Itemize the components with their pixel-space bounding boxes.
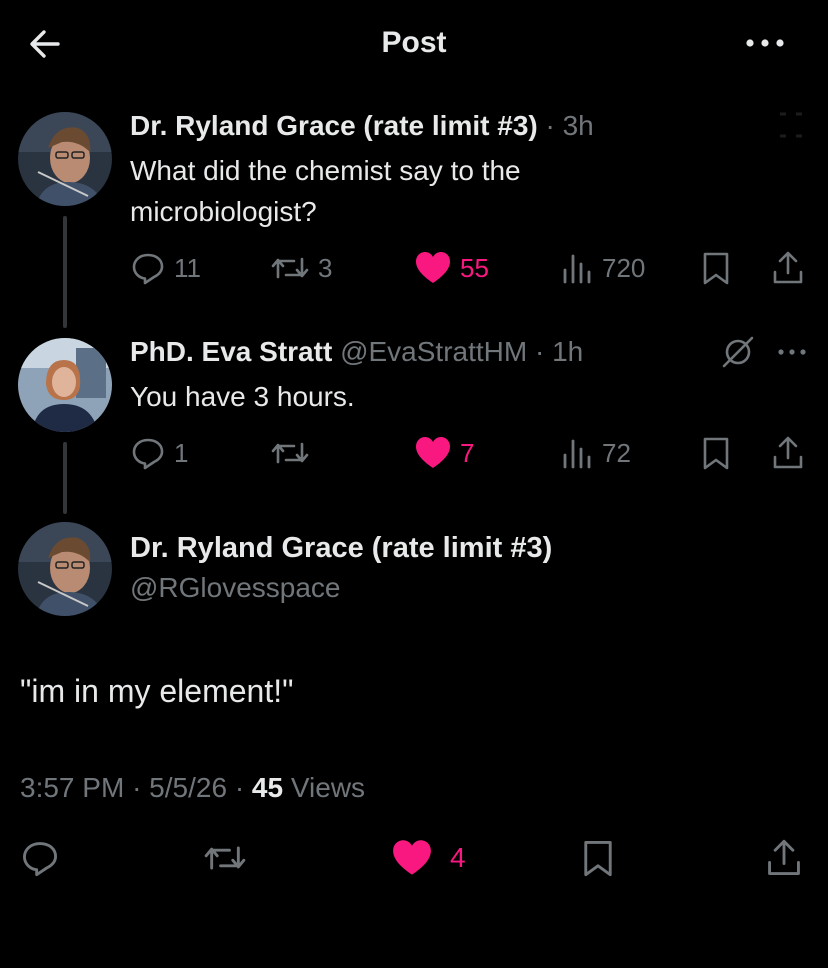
more-horizontal-icon (746, 39, 784, 47)
share-button[interactable] (770, 250, 806, 286)
bookmark-button[interactable] (580, 838, 616, 878)
meta-separator: · (234, 772, 245, 803)
views-button[interactable]: 72 (560, 435, 631, 471)
author-handle[interactable]: @EvaStrattHM (340, 336, 527, 367)
author-name[interactable]: Dr. Ryland Grace (rate limit #3) (130, 532, 552, 565)
post-time: 3:57 PM (20, 772, 125, 803)
bookmark-icon (703, 437, 729, 470)
like-count: 7 (460, 437, 475, 468)
views-count: 72 (602, 437, 631, 468)
more-options-button[interactable] (774, 338, 810, 366)
bookmark-icon (584, 841, 612, 877)
analytics-icon (563, 439, 591, 469)
repost-button[interactable] (202, 838, 248, 878)
more-horizontal-icon (778, 349, 806, 355)
views-button[interactable]: 720 (560, 250, 645, 286)
post-date: 5/5/26 (149, 772, 228, 803)
author-name[interactable]: PhD. Eva Stratt (130, 336, 332, 367)
page-title: Post (381, 26, 447, 59)
reply-button[interactable] (20, 838, 60, 878)
like-button[interactable]: 4 (390, 838, 466, 878)
views-label[interactable]: Views (291, 772, 365, 803)
post-text: "im in my element!" (20, 673, 294, 709)
share-icon (773, 436, 803, 469)
analytics-icon (563, 254, 591, 284)
post-meta: 3:57 PM · 5/5/26 · 45 Views (20, 772, 365, 804)
reply-button[interactable]: 1 (130, 435, 188, 471)
more-options-button[interactable] (738, 28, 792, 58)
share-icon (768, 839, 800, 875)
share-button[interactable] (764, 838, 804, 878)
tweet-text-line: What did the chemist say to the (130, 155, 521, 186)
bookmark-button[interactable] (700, 250, 732, 286)
meta-separator: · (132, 772, 142, 803)
views-count[interactable]: 45 (252, 772, 283, 803)
reply-count: 11 (174, 252, 201, 283)
faded-icon (774, 108, 808, 142)
heart-filled-icon (416, 252, 450, 283)
reply-button[interactable]: 11 (130, 250, 201, 286)
tweet-text-line: microbiologist? (130, 196, 317, 227)
grok-icon[interactable] (718, 334, 758, 370)
like-count: 4 (450, 842, 466, 873)
like-button[interactable]: 55 (414, 250, 489, 286)
reply-icon (23, 842, 57, 877)
share-button[interactable] (770, 435, 806, 471)
post-time[interactable]: · 1h (535, 336, 583, 367)
bookmark-button[interactable] (700, 435, 732, 471)
thread-line (63, 442, 67, 514)
avatar[interactable] (18, 522, 112, 616)
avatar[interactable] (18, 112, 112, 206)
heart-filled-icon (393, 840, 431, 875)
thread-line (63, 216, 67, 328)
reply-count: 1 (174, 437, 189, 468)
reply-icon (132, 438, 164, 470)
repost-button[interactable] (270, 435, 310, 471)
repost-icon (271, 257, 309, 279)
avatar[interactable] (18, 338, 112, 432)
like-button[interactable]: 7 (414, 435, 474, 471)
post-time[interactable]: · 3h (546, 110, 594, 141)
repost-icon (204, 846, 246, 870)
repost-button[interactable]: 3 (270, 250, 332, 286)
like-count: 55 (460, 252, 489, 283)
tweet-text: You have 3 hours. (130, 381, 355, 412)
share-icon (773, 251, 803, 284)
author-handle[interactable]: @RGlovesspace (130, 572, 341, 604)
repost-icon (271, 442, 309, 464)
heart-filled-icon (416, 437, 450, 468)
author-name[interactable]: Dr. Ryland Grace (rate limit #3) (130, 110, 538, 141)
bookmark-icon (703, 252, 729, 285)
tweet-text: What did the chemist say to the microbio… (130, 150, 690, 232)
repost-count: 3 (318, 252, 333, 283)
views-count: 720 (602, 252, 646, 283)
tweet-header: Dr. Ryland Grace (rate limit #3) · 3h (130, 110, 594, 142)
reply-icon (132, 253, 164, 285)
tweet-header: PhD. Eva Stratt @EvaStrattHM · 1h (130, 336, 583, 368)
